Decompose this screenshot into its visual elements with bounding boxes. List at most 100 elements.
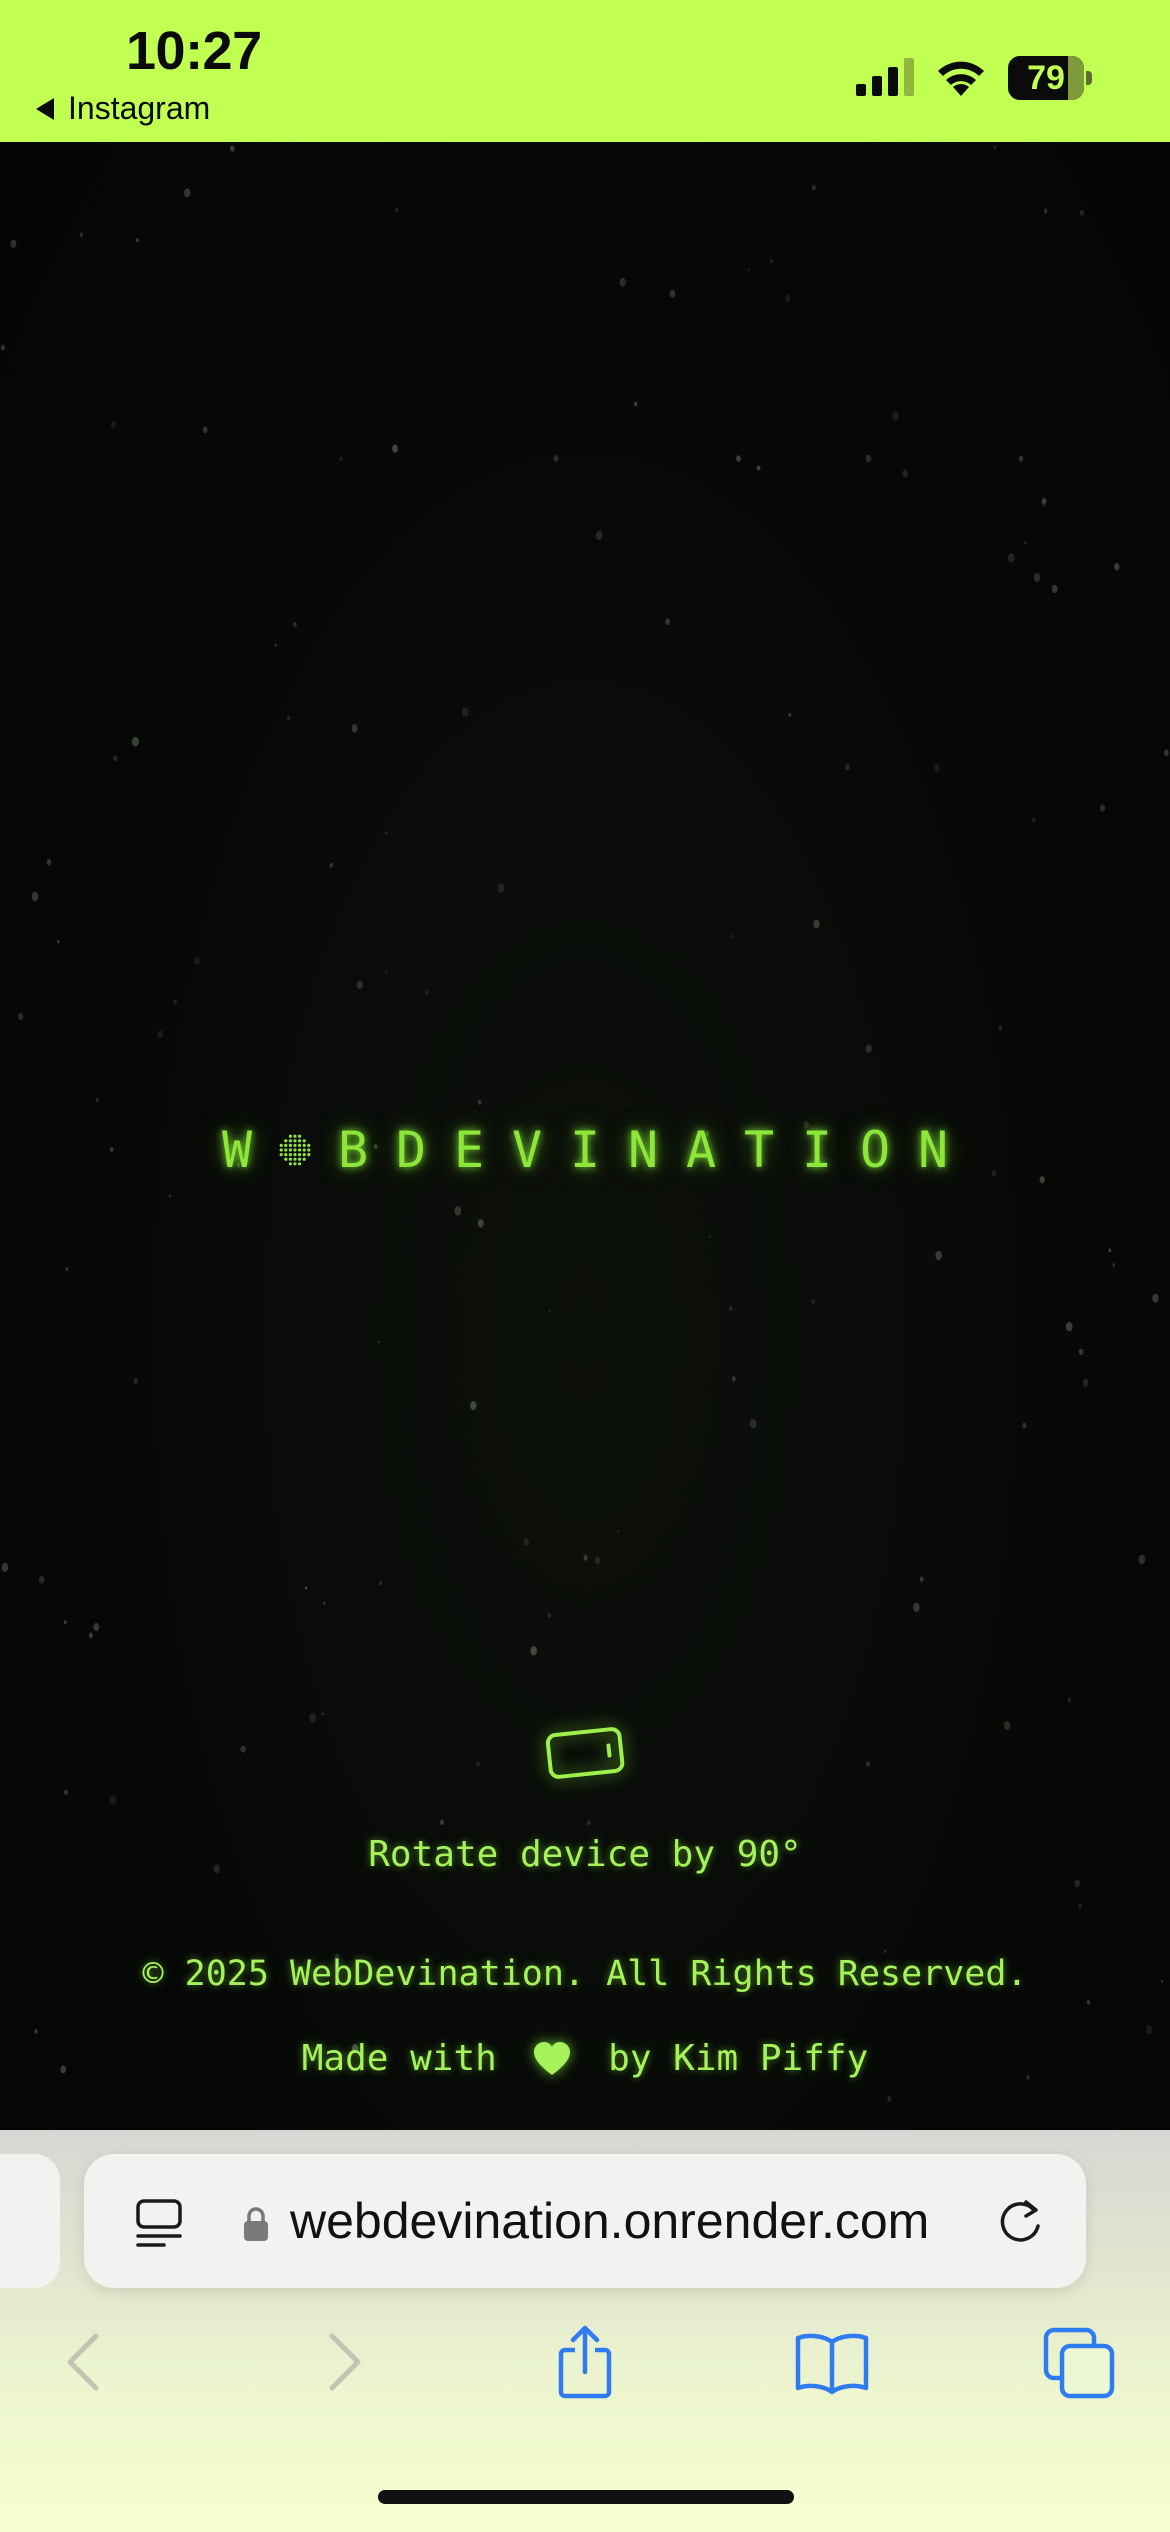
bookmarks-button[interactable] <box>792 2322 872 2402</box>
address-bar[interactable]: webdevination.onrender.com <box>84 2154 1086 2288</box>
dust-particle <box>669 289 676 298</box>
logo-letter: E <box>453 1121 485 1179</box>
dust-particle <box>46 858 52 866</box>
dust-particle <box>329 862 334 868</box>
logo-letter: V <box>511 1121 543 1179</box>
dust-particle <box>547 1612 551 1618</box>
logo-letter: I <box>569 1121 601 1179</box>
logo-letter: N <box>917 1121 949 1179</box>
dust-particle <box>133 1378 138 1385</box>
dust-particle <box>34 2029 38 2034</box>
dust-particle <box>729 1306 733 1311</box>
logo-letter: I <box>801 1121 833 1179</box>
dust-particle <box>583 1554 588 1561</box>
dust-particle <box>31 891 39 902</box>
tabs-icon <box>1043 2327 1115 2399</box>
dust-particle <box>708 1234 711 1239</box>
dust-particle <box>385 970 388 974</box>
dust-particle <box>274 643 277 647</box>
dust-particle <box>339 457 343 461</box>
dust-particle <box>1112 1263 1115 1267</box>
dust-particle <box>811 1299 815 1304</box>
url-text[interactable]: webdevination.onrender.com <box>290 2192 929 2250</box>
dust-particle <box>933 763 940 772</box>
dust-particle <box>617 1529 620 1533</box>
dust-particle <box>530 1646 537 1656</box>
dust-particle <box>553 455 559 462</box>
dust-particle <box>736 455 741 462</box>
dust-particle <box>1032 817 1036 823</box>
dust-particle <box>756 465 761 471</box>
battery-indicator: 79 <box>1008 56 1092 100</box>
web-page-content: WBDEVINATION Rotate device by 90° © 2025… <box>0 142 1170 2130</box>
reload-icon[interactable] <box>994 2196 1046 2248</box>
dust-particle <box>356 980 363 990</box>
dust-particle <box>1138 1554 1146 1565</box>
reader-mode-icon[interactable] <box>134 2198 184 2248</box>
dust-particle <box>749 1418 757 1429</box>
dust-particle <box>1018 455 1024 462</box>
phone-landscape-icon <box>545 1727 625 1779</box>
dust-particle <box>1033 572 1041 582</box>
dust-particle <box>377 1340 380 1344</box>
dust-particle <box>79 232 84 238</box>
dust-particle <box>1086 1999 1091 2005</box>
dust-particle <box>157 1030 164 1039</box>
dust-particle <box>240 1745 246 1753</box>
dust-particle <box>194 957 200 965</box>
dust-particle <box>902 469 908 478</box>
dust-particle <box>109 1795 117 1805</box>
dust-particle <box>1082 1378 1089 1387</box>
dust-particle <box>1164 749 1169 757</box>
dust-particle <box>887 2096 892 2102</box>
dust-particle <box>1065 1321 1073 1332</box>
dust-particle <box>634 402 638 407</box>
dust-particle <box>523 1538 529 1546</box>
dust-particle <box>998 1025 1003 1031</box>
dust-particle <box>135 238 140 243</box>
dust-particle <box>1079 209 1084 216</box>
rotate-device-message: Rotate device by 90° <box>368 1834 802 1875</box>
back-button[interactable] <box>48 2322 128 2402</box>
dust-particle <box>993 145 997 150</box>
battery-cap <box>1086 71 1092 85</box>
dust-particle <box>1100 804 1106 812</box>
dust-particle <box>935 1250 942 1261</box>
dust-particle <box>395 207 399 213</box>
logo-letter: B <box>337 1121 369 1179</box>
dust-particle <box>845 763 850 771</box>
dust-particle <box>1152 1293 1159 1303</box>
dust-particle <box>913 1602 920 1613</box>
dust-particle <box>1067 1697 1072 1703</box>
logo-dot-sphere-icon <box>266 1125 324 1175</box>
chevron-left-icon <box>67 2333 99 2391</box>
dust-particle <box>784 294 791 303</box>
dust-particle <box>0 344 5 351</box>
share-button[interactable] <box>545 2322 625 2402</box>
made-with-prefix: Made with <box>301 2038 519 2079</box>
dust-particle <box>323 1601 326 1605</box>
forward-button[interactable] <box>300 2322 380 2402</box>
dust-particle <box>1145 2024 1153 2035</box>
previous-tab-preview[interactable] <box>0 2154 60 2288</box>
cellular-signal-icon <box>856 58 914 96</box>
dust-particle <box>619 277 626 287</box>
dust-particle <box>595 1556 601 1565</box>
share-icon <box>558 2325 612 2399</box>
dust-particle <box>1051 584 1058 594</box>
dust-particle <box>63 1620 67 1625</box>
battery-level: 79 <box>1027 59 1065 97</box>
dust-particle <box>587 1820 591 1826</box>
home-indicator <box>378 2490 794 2504</box>
dust-particle <box>1023 540 1027 545</box>
dust-particle <box>883 1949 887 1954</box>
dust-particle <box>1078 1903 1082 1909</box>
back-to-app-button[interactable]: Instagram <box>36 90 210 127</box>
book-icon <box>795 2333 869 2395</box>
dust-particle <box>892 411 899 421</box>
dust-particle <box>1008 553 1015 563</box>
tabs-button[interactable] <box>1040 2322 1120 2402</box>
dust-particle <box>476 1761 480 1767</box>
dust-particle <box>1003 1721 1011 1730</box>
dust-particle <box>1108 1248 1112 1253</box>
